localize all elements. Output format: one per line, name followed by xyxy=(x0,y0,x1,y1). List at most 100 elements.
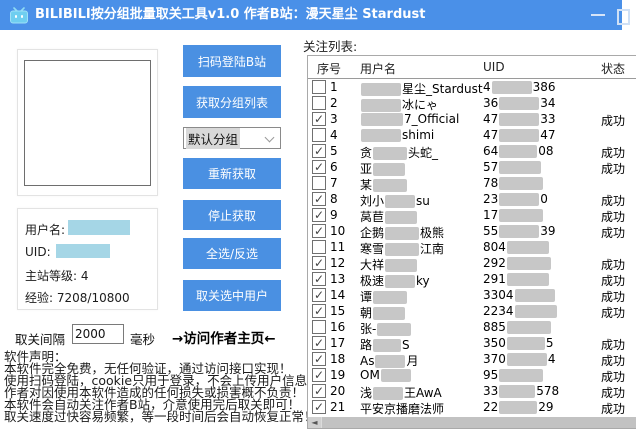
table-row[interactable]: 4shimi4747 xyxy=(308,127,636,143)
table-row[interactable]: 7某78 xyxy=(308,175,636,191)
disclaimer-line: 取关速度过快容易频繁，等一段时间后会自动恢复正常！ xyxy=(4,411,309,423)
interval-unit-label: 毫秒 xyxy=(130,329,155,348)
row-checkbox-checked[interactable]: ✓ xyxy=(312,304,326,318)
row-checkbox-checked[interactable]: ✓ xyxy=(312,336,326,350)
row-index: 8 xyxy=(330,192,338,206)
interval-input[interactable] xyxy=(72,324,124,344)
get-groups-button[interactable]: 获取分组列表 xyxy=(183,86,281,118)
unfollow-selected-button[interactable]: 取关选中用户 xyxy=(183,280,281,311)
row-checkbox-checked[interactable]: ✓ xyxy=(312,272,326,286)
row-uid: 4386 xyxy=(483,80,556,94)
table-header: 序号 用户名 UID 状态 xyxy=(308,56,636,79)
horizontal-scrollbar[interactable]: ◄ xyxy=(308,417,636,428)
row-uid: 2229 xyxy=(483,400,554,414)
row-uid: 885 xyxy=(483,320,552,334)
uid-censor-block xyxy=(499,97,539,110)
row-username: 平安京播磨法师 xyxy=(360,400,444,417)
table-row[interactable]: 1星尘_Stardust4386 xyxy=(308,79,636,95)
row-index: 11 xyxy=(330,240,345,254)
row-checkbox-checked[interactable]: ✓ xyxy=(312,288,326,302)
stop-fetch-button[interactable]: 停止获取 xyxy=(183,200,281,230)
row-checkbox-checked[interactable]: ✓ xyxy=(312,368,326,382)
table-row[interactable]: ✓5贪头蛇_6408成功 xyxy=(308,143,636,159)
table-row[interactable]: ✓19OM95成功 xyxy=(308,367,636,383)
uid-censor-block xyxy=(499,129,539,142)
scroll-left-arrow-icon[interactable]: ◄ xyxy=(308,417,321,428)
refetch-button[interactable]: 重新获取 xyxy=(183,158,281,189)
select-all-button[interactable]: 全选/反选 xyxy=(183,238,281,269)
row-checkbox[interactable] xyxy=(312,176,326,190)
row-checkbox-checked[interactable]: ✓ xyxy=(312,352,326,366)
row-checkbox-checked[interactable]: ✓ xyxy=(312,160,326,174)
table-row[interactable]: ✓ 21 平安京播磨法师 2229 成功 xyxy=(308,399,636,415)
row-checkbox[interactable] xyxy=(312,240,326,254)
uid-censor-block xyxy=(499,177,543,190)
uid-censor-block xyxy=(515,289,555,302)
group-dropdown[interactable]: 默认分组 xyxy=(183,127,281,149)
uid-censored-value xyxy=(56,244,110,258)
uid-censor-block xyxy=(507,273,549,286)
row-uid: 804 xyxy=(483,240,550,254)
row-checkbox-checked[interactable]: ✓ xyxy=(312,144,326,158)
row-checkbox-checked[interactable]: ✓ xyxy=(312,224,326,238)
row-index: 12 xyxy=(330,256,345,270)
chevron-down-icon xyxy=(265,133,275,143)
row-checkbox[interactable] xyxy=(312,80,326,94)
author-homepage-link[interactable]: →访问作者主页← xyxy=(172,327,276,347)
row-index: 2 xyxy=(330,96,338,110)
row-index: 17 xyxy=(330,336,345,350)
minimize-button[interactable] xyxy=(591,14,605,16)
table-row[interactable]: ✓9莴苣17成功 xyxy=(308,207,636,223)
uid-censor-block xyxy=(499,209,543,222)
uid-censor-block xyxy=(507,337,545,350)
table-row[interactable]: ✓18As月3704成功 xyxy=(308,351,636,367)
row-uid: 291 xyxy=(483,272,550,286)
table-row[interactable]: 2冰にゃ3634 xyxy=(308,95,636,111)
row-checkbox-checked[interactable]: ✓ xyxy=(312,400,326,414)
table-row[interactable]: ✓14谭3304成功 xyxy=(308,287,636,303)
table-row[interactable]: 16张-885 xyxy=(308,319,636,335)
row-uid: 33578 xyxy=(483,384,559,398)
row-username: shimi xyxy=(360,128,434,142)
username-label: 用户名: xyxy=(25,221,65,238)
scrollbar-thumb[interactable] xyxy=(322,417,636,428)
table-row[interactable]: 11寒雪江南804 xyxy=(308,239,636,255)
table-row[interactable]: ✓20浅王AwA33578成功 xyxy=(308,383,636,399)
disclaimer: 软件声明：本软件完全免费，无任何验证，通过访问接口实现！使用扫码登陆，cooki… xyxy=(4,351,309,423)
table-row[interactable]: ✓12大祥292成功 xyxy=(308,255,636,271)
uid-censor-block xyxy=(499,385,535,398)
uid-censor-block xyxy=(499,161,541,174)
row-checkbox-checked[interactable]: ✓ xyxy=(312,256,326,270)
row-checkbox[interactable] xyxy=(312,96,326,110)
table-row[interactable]: ✓17路S3505成功 xyxy=(308,335,636,351)
column-header-index[interactable]: 序号 xyxy=(317,60,341,77)
column-header-uid[interactable]: UID xyxy=(483,60,505,74)
row-checkbox-checked[interactable]: ✓ xyxy=(312,208,326,222)
scan-login-button[interactable]: 扫码登陆B站 xyxy=(183,45,281,77)
row-uid: 4733 xyxy=(483,112,556,126)
column-header-status[interactable]: 状态 xyxy=(601,60,625,77)
row-uid: 3634 xyxy=(483,96,556,110)
table-row[interactable]: ✓6亚57成功 xyxy=(308,159,636,175)
table-row[interactable]: ✓8刘小su230成功 xyxy=(308,191,636,207)
row-status: 成功 xyxy=(601,400,625,417)
table-row[interactable]: ✓37_Official4733成功 xyxy=(308,111,636,127)
row-index: 1 xyxy=(330,80,338,94)
row-index: 15 xyxy=(330,304,345,318)
table-row[interactable]: ✓10企鹅极熊5539成功 xyxy=(308,223,636,239)
row-checkbox-checked[interactable]: ✓ xyxy=(312,384,326,398)
row-checkbox[interactable] xyxy=(312,128,326,142)
row-checkbox[interactable] xyxy=(312,320,326,334)
maximize-button[interactable] xyxy=(617,9,630,25)
follow-list-label: 关注列表: xyxy=(303,36,357,55)
username-censor-block xyxy=(381,369,411,382)
row-checkbox-checked[interactable]: ✓ xyxy=(312,112,326,126)
table-row[interactable]: ✓15朝2234成功 xyxy=(308,303,636,319)
row-checkbox-checked[interactable]: ✓ xyxy=(312,192,326,206)
row-index: 21 xyxy=(330,400,345,414)
row-index: 20 xyxy=(330,384,345,398)
column-header-username[interactable]: 用户名 xyxy=(360,60,396,77)
table-row[interactable]: ✓13极速ky291成功 xyxy=(308,271,636,287)
row-uid: 5539 xyxy=(483,224,556,238)
row-uid: 17 xyxy=(483,208,544,222)
